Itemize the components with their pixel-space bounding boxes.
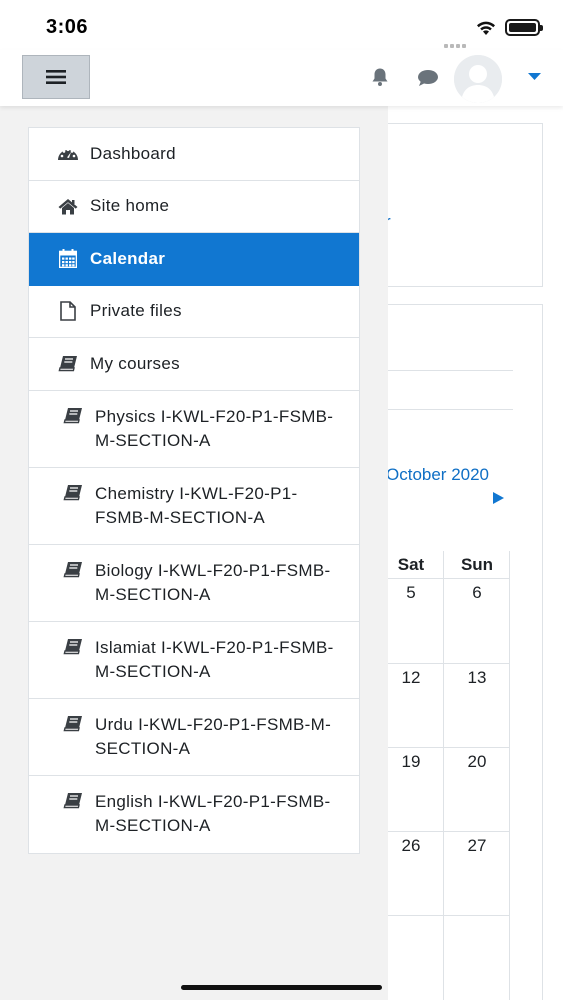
book-icon: [63, 407, 82, 423]
drawer-item-calendar[interactable]: Calendar: [29, 233, 359, 286]
wifi-icon: [477, 21, 495, 35]
course-item-biology[interactable]: Biology I-KWL-F20-P1-FSMB-M-SECTION-A: [29, 545, 359, 622]
bell-icon[interactable]: [370, 67, 390, 87]
book-icon: [63, 561, 82, 577]
calendar-day[interactable]: [444, 915, 510, 999]
user-silhouette-icon: [454, 55, 502, 103]
course-item-label: Urdu I-KWL-F20-P1-FSMB-M-SECTION-A: [95, 714, 332, 759]
course-item-label: Islamiat I-KWL-F20-P1-FSMB-M-SECTION-A: [95, 637, 334, 682]
drawer-menu: Dashboard Site home Calendar Private fil…: [28, 127, 360, 854]
calendar-day[interactable]: 6: [444, 579, 510, 663]
course-item-urdu[interactable]: Urdu I-KWL-F20-P1-FSMB-M-SECTION-A: [29, 699, 359, 776]
calendar-day[interactable]: 27: [444, 831, 510, 915]
home-icon: [57, 195, 79, 217]
top-navbar: [0, 50, 563, 106]
calendar-month-link[interactable]: October 2020: [386, 465, 489, 485]
drawer-item-private-files[interactable]: Private files: [29, 286, 359, 338]
cellular-signal-icon: [444, 30, 470, 48]
background-card: [380, 123, 543, 287]
caret-down-icon[interactable]: [528, 73, 541, 81]
drawer-item-dashboard[interactable]: Dashboard: [29, 128, 359, 181]
book-icon: [63, 792, 82, 808]
home-indicator: [181, 985, 382, 990]
hamburger-icon: [46, 70, 66, 84]
course-item-english[interactable]: English I-KWL-F20-P1-FSMB-M-SECTION-A: [29, 776, 359, 853]
book-icon: [57, 353, 79, 375]
chat-icon[interactable]: [417, 69, 439, 87]
drawer-toggle-button[interactable]: [22, 55, 90, 99]
drawer-item-label: Dashboard: [90, 143, 176, 163]
course-item-label: Physics I-KWL-F20-P1-FSMB-M-SECTION-A: [95, 406, 334, 451]
course-item-label: English I-KWL-F20-P1-FSMB-M-SECTION-A: [95, 791, 331, 836]
course-item-label: Chemistry I-KWL-F20-P1-FSMB-M-SECTION-A: [95, 483, 298, 528]
course-item-label: Biology I-KWL-F20-P1-FSMB-M-SECTION-A: [95, 560, 331, 605]
drawer-item-my-courses[interactable]: My courses: [29, 338, 359, 391]
file-icon: [57, 300, 79, 322]
drawer-item-label: Calendar: [90, 248, 166, 268]
book-icon: [63, 715, 82, 731]
divider: [380, 370, 513, 371]
course-item-islamiat[interactable]: Islamiat I-KWL-F20-P1-FSMB-M-SECTION-A: [29, 622, 359, 699]
book-icon: [63, 638, 82, 654]
tachometer-icon: [57, 143, 79, 165]
course-item-chemistry[interactable]: Chemistry I-KWL-F20-P1-FSMB-M-SECTION-A: [29, 468, 359, 545]
drawer-item-label: Private files: [90, 301, 182, 321]
calendar-header-sun: Sun: [444, 551, 510, 579]
course-item-physics[interactable]: Physics I-KWL-F20-P1-FSMB-M-SECTION-A: [29, 391, 359, 468]
calendar-day[interactable]: 13: [444, 663, 510, 747]
book-icon: [63, 484, 82, 500]
calendar-icon: [57, 248, 79, 270]
triangle-right-icon[interactable]: [493, 492, 504, 504]
status-bar: 3:06: [0, 0, 563, 50]
divider: [380, 409, 513, 410]
status-time: 3:06: [46, 16, 89, 38]
calendar-day[interactable]: 20: [444, 747, 510, 831]
drawer-item-label: Site home: [90, 196, 170, 216]
nav-drawer: Dashboard Site home Calendar Private fil…: [0, 106, 388, 1000]
user-avatar[interactable]: [454, 55, 502, 103]
battery-icon: [505, 19, 543, 36]
drawer-item-site-home[interactable]: Site home: [29, 181, 359, 233]
drawer-item-label: My courses: [90, 353, 180, 373]
